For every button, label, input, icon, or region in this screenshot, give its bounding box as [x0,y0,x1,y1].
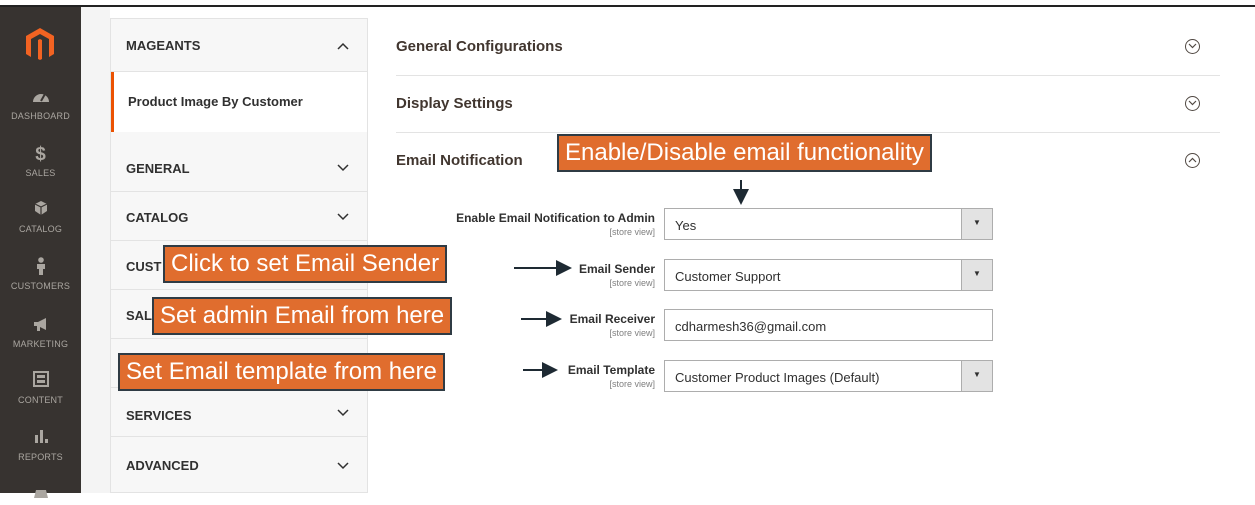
callout-email-template: Set Email template from here [118,353,445,391]
callout-email-receiver: Set admin Email from here [152,297,453,335]
callout-email-sender: Click to set Email Sender [163,245,448,283]
callout-enable-email: Enable/Disable email functionality [557,134,932,172]
